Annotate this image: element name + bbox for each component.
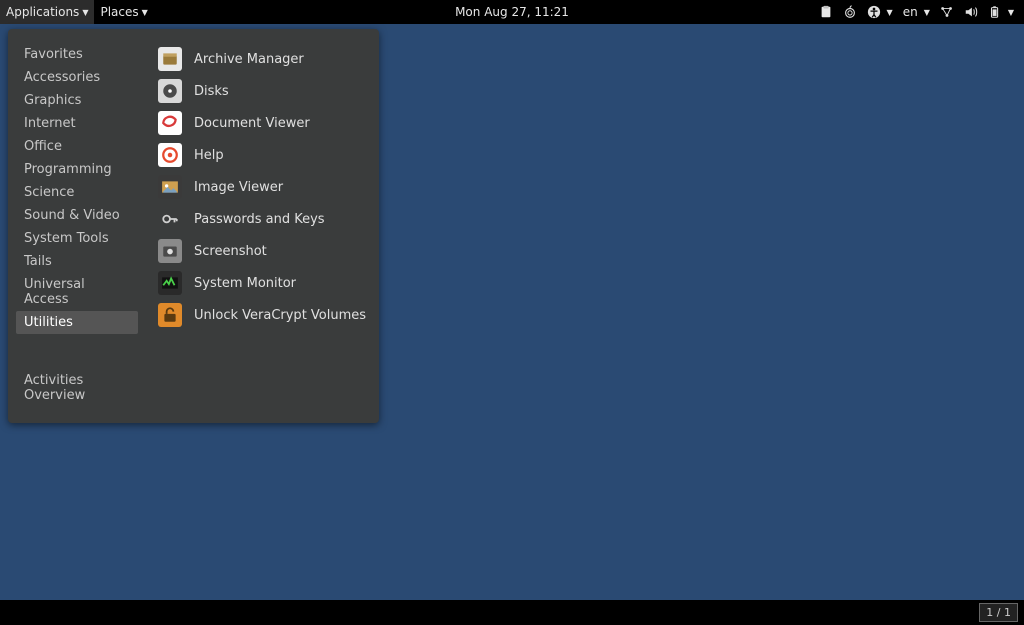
panel-clock[interactable]: Mon Aug 27, 11:21 [455,5,569,19]
app-item[interactable]: Screenshot [154,235,371,267]
category-item[interactable]: Internet [16,112,138,135]
app-item[interactable]: Disks [154,75,371,107]
workspace-indicator: 1 / 1 [986,606,1011,619]
applications-menu[interactable]: Applications ▼ [0,0,94,24]
app-label: Help [194,148,224,163]
top-panel: Applications ▼ Places ▼ Mon Aug 27, 11:2… [0,0,1024,24]
category-item[interactable]: Science [16,181,138,204]
app-label: Unlock VeraCrypt Volumes [194,308,366,323]
category-item[interactable]: Favorites [16,43,138,66]
screenshot-icon [158,239,182,263]
app-label: Document Viewer [194,116,310,131]
category-item[interactable]: Utilities [16,311,138,334]
network-icon[interactable] [940,5,954,19]
help-icon [158,143,182,167]
category-item[interactable]: Graphics [16,89,138,112]
places-menu-label: Places [100,5,138,19]
app-item[interactable]: Help [154,139,371,171]
clipboard-icon[interactable] [819,5,833,19]
applications-menu-label: Applications [6,5,79,19]
places-menu[interactable]: Places ▼ [94,0,153,24]
app-item[interactable]: Passwords and Keys [154,203,371,235]
category-item[interactable]: Accessories [16,66,138,89]
category-item[interactable]: Universal Access [16,273,138,311]
chevron-down-icon: ▼ [924,8,930,17]
category-item[interactable]: Sound & Video [16,204,138,227]
category-item[interactable]: Office [16,135,138,158]
app-label: Archive Manager [194,52,304,67]
app-label: Passwords and Keys [194,212,325,227]
app-label: Disks [194,84,229,99]
app-item[interactable]: Image Viewer [154,171,371,203]
activities-overview[interactable]: Activities Overview [16,367,138,409]
app-label: Screenshot [194,244,267,259]
app-list: Archive Manager Disks Document Viewer Help I… [146,29,379,423]
category-item[interactable]: Programming [16,158,138,181]
chevron-down-icon: ▼ [82,8,88,17]
accessibility-icon[interactable]: ▼ [867,5,893,19]
keyboard-layout-indicator[interactable]: en ▼ [903,5,930,19]
volume-icon[interactable] [964,5,978,19]
category-item[interactable]: Tails [16,250,138,273]
app-item[interactable]: Document Viewer [154,107,371,139]
app-label: System Monitor [194,276,296,291]
chevron-down-icon: ▼ [142,8,148,17]
keys-icon [158,207,182,231]
app-label: Image Viewer [194,180,283,195]
disks-icon [158,79,182,103]
category-item[interactable]: System Tools [16,227,138,250]
chevron-down-icon: ▼ [887,8,893,17]
onion-icon[interactable] [843,5,857,19]
unlock-icon [158,303,182,327]
app-item[interactable]: System Monitor [154,267,371,299]
category-list: FavoritesAccessoriesGraphicsInternetOffi… [8,29,146,423]
app-item[interactable]: Unlock VeraCrypt Volumes [154,299,371,331]
applications-popup: FavoritesAccessoriesGraphicsInternetOffi… [8,29,379,423]
chevron-down-icon: ▼ [1008,8,1014,17]
system-tray: ▼ en ▼ ▼ [819,5,1024,19]
battery-icon[interactable]: ▼ [988,5,1014,19]
monitor-icon [158,271,182,295]
document-icon [158,111,182,135]
app-item[interactable]: Archive Manager [154,43,371,75]
archive-icon [158,47,182,71]
image-icon [158,175,182,199]
workspace-pager[interactable]: 1 / 1 [979,603,1018,622]
keyboard-layout-label: en [903,5,918,19]
bottom-bar: 1 / 1 [0,600,1024,625]
